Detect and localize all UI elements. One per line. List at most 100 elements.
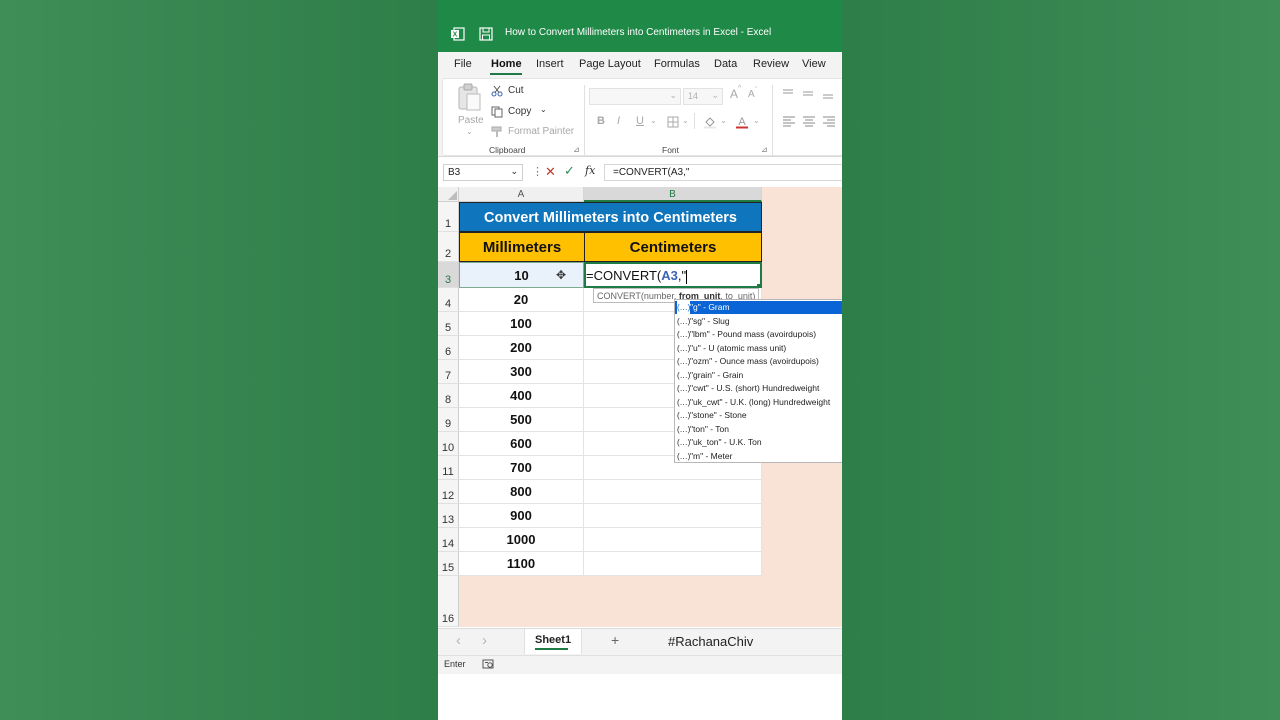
clipboard-launcher-icon[interactable]: ⊿: [573, 145, 580, 154]
tab-page-layout[interactable]: Page Layout: [579, 58, 641, 70]
vertical-align-icons[interactable]: [781, 87, 841, 101]
row-header[interactable]: 16: [438, 576, 459, 627]
column-header-a[interactable]: A: [459, 187, 584, 202]
row-header[interactable]: 9: [438, 408, 459, 432]
italic-button[interactable]: I: [617, 115, 620, 127]
bold-button[interactable]: B: [597, 115, 605, 127]
accessibility-check-icon[interactable]: [482, 659, 494, 670]
save-icon[interactable]: [478, 26, 494, 42]
shrink-font-button[interactable]: A: [748, 89, 755, 100]
paste-dropdown-icon[interactable]: ⌄: [466, 127, 473, 136]
unit-autocomplete-list: (…)"g" - Gram (…)"sg" - Slug (…)"lbm" - …: [674, 299, 842, 463]
autocomplete-item[interactable]: (…)"cwt" - U.S. (short) Hundredweight: [675, 382, 842, 395]
autocomplete-item[interactable]: (…)"g" - Gram: [675, 301, 842, 314]
format-painter-button[interactable]: Format Painter: [508, 126, 574, 137]
cell-b15[interactable]: [584, 552, 762, 576]
sheet-tab-sheet1[interactable]: Sheet1: [524, 629, 582, 654]
sheet-title-cell[interactable]: Convert Millimeters into Centimeters: [459, 202, 762, 232]
autocomplete-item[interactable]: (…)"sg" - Slug: [675, 315, 842, 328]
cell-b12[interactable]: [584, 480, 762, 504]
row-header[interactable]: 13: [438, 504, 459, 528]
tab-data[interactable]: Data: [714, 58, 737, 70]
underline-button[interactable]: U: [636, 115, 644, 127]
row-header[interactable]: 3: [438, 262, 459, 288]
autocomplete-item[interactable]: (…)"u" - U (atomic mass unit): [675, 342, 842, 355]
cell-a14[interactable]: 1000: [459, 528, 584, 552]
font-name-combo[interactable]: ⌄: [589, 88, 681, 105]
autocomplete-item[interactable]: (…)"stone" - Stone: [675, 409, 842, 422]
more-options-icon[interactable]: ⋮: [532, 165, 543, 178]
cell-a7[interactable]: 300: [459, 360, 584, 384]
tab-home[interactable]: Home: [491, 58, 522, 70]
row-header[interactable]: 8: [438, 384, 459, 408]
add-sheet-button[interactable]: +: [611, 632, 619, 648]
row-header[interactable]: 12: [438, 480, 459, 504]
cell-b14[interactable]: [584, 528, 762, 552]
cell-a9[interactable]: 500: [459, 408, 584, 432]
font-color-dropdown-icon[interactable]: ⌄: [753, 116, 760, 125]
header-millimeters[interactable]: Millimeters: [459, 232, 585, 262]
copy-dropdown-icon[interactable]: ⌄: [540, 105, 547, 114]
borders-dropdown-icon[interactable]: ⌄: [682, 116, 689, 125]
autocomplete-item[interactable]: (…)"lbm" - Pound mass (avoirdupois): [675, 328, 842, 341]
tab-file[interactable]: File: [454, 58, 472, 70]
paste-label[interactable]: Paste: [458, 115, 484, 126]
grow-font-button[interactable]: A: [730, 87, 738, 101]
cell-a5[interactable]: 100: [459, 312, 584, 336]
cell-b13[interactable]: [584, 504, 762, 528]
tab-formulas[interactable]: Formulas: [654, 58, 700, 70]
autocomplete-item[interactable]: (…)"uk_ton" - U.K. Ton: [675, 436, 842, 449]
next-sheet-icon[interactable]: ›: [482, 632, 487, 649]
autocomplete-item[interactable]: (…)"m" - Meter: [675, 450, 842, 463]
borders-icon[interactable]: [667, 116, 679, 128]
cell-a6[interactable]: 200: [459, 336, 584, 360]
row-header[interactable]: 14: [438, 528, 459, 552]
insert-function-icon[interactable]: fx: [585, 164, 595, 177]
cell-b3-editing[interactable]: =CONVERT(A3,": [584, 262, 762, 288]
prev-sheet-icon[interactable]: ‹: [456, 632, 461, 649]
autocomplete-item[interactable]: (…)"uk_cwt" - U.K. (long) Hundredweight: [675, 396, 842, 409]
row-header[interactable]: 6: [438, 336, 459, 360]
row-header[interactable]: 2: [438, 232, 459, 262]
tab-view[interactable]: View: [802, 58, 826, 70]
select-all-triangle-icon: [448, 191, 457, 200]
autocomplete-item[interactable]: (…)"grain" - Grain: [675, 369, 842, 382]
cell-a13[interactable]: 900: [459, 504, 584, 528]
cell-a15[interactable]: 1100: [459, 552, 584, 576]
enter-check-icon[interactable]: ✓: [564, 163, 575, 179]
row-header[interactable]: 10: [438, 432, 459, 456]
column-header-b[interactable]: B: [584, 187, 762, 202]
row-header[interactable]: 5: [438, 312, 459, 336]
cell-a12[interactable]: 800: [459, 480, 584, 504]
chevron-down-icon[interactable]: ⌄: [510, 166, 518, 177]
cell-a8[interactable]: 400: [459, 384, 584, 408]
copy-button[interactable]: Copy: [508, 106, 531, 117]
cell-a4[interactable]: 20: [459, 288, 584, 312]
fill-color-dropdown-icon[interactable]: ⌄: [720, 116, 727, 125]
autocomplete-item[interactable]: (…)"ton" - Ton: [675, 423, 842, 436]
row-header[interactable]: 7: [438, 360, 459, 384]
cell-a11[interactable]: 700: [459, 456, 584, 480]
fill-color-icon[interactable]: [703, 115, 717, 129]
header-centimeters[interactable]: Centimeters: [584, 232, 762, 262]
font-color-icon[interactable]: A: [735, 115, 749, 129]
row-header[interactable]: 11: [438, 456, 459, 480]
name-box-value: B3: [448, 167, 461, 178]
background-left: [0, 0, 438, 720]
tab-insert[interactable]: Insert: [536, 58, 564, 70]
paste-icon[interactable]: [455, 83, 483, 113]
cell-a10[interactable]: 600: [459, 432, 584, 456]
formula-input[interactable]: =CONVERT(A3,": [604, 164, 842, 181]
underline-dropdown-icon[interactable]: ⌄: [650, 116, 657, 125]
row-header[interactable]: 15: [438, 552, 459, 576]
row-header[interactable]: 4: [438, 288, 459, 312]
name-box[interactable]: B3 ⌄: [443, 164, 523, 181]
autocomplete-item[interactable]: (…)"ozm" - Ounce mass (avoirdupois): [675, 355, 842, 368]
cut-button[interactable]: Cut: [508, 85, 524, 96]
font-launcher-icon[interactable]: ⊿: [761, 145, 768, 154]
font-size-combo[interactable]: 14 ⌄: [683, 88, 723, 105]
cancel-icon[interactable]: ✕: [545, 164, 556, 180]
tab-review[interactable]: Review: [753, 58, 789, 70]
horizontal-align-icons[interactable]: [781, 115, 841, 129]
row-header[interactable]: 1: [438, 202, 459, 232]
